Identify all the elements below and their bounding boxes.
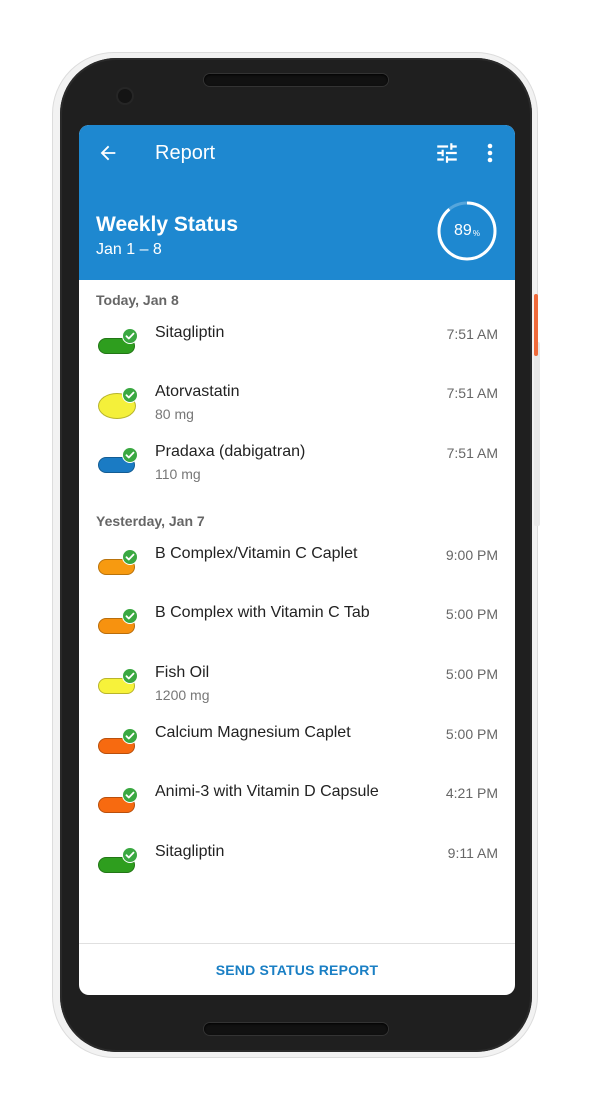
- medication-row[interactable]: Pradaxa (dabigatran) 110 mg 7:51 AM: [79, 443, 515, 501]
- medication-time: 5:00 PM: [445, 606, 498, 622]
- progress-unit: %: [472, 229, 480, 238]
- top-speaker: [204, 74, 388, 86]
- taken-check-icon: [122, 847, 138, 863]
- medication-time: 9:11 AM: [447, 845, 498, 861]
- medication-row[interactable]: Sitagliptin 9:11 AM: [79, 843, 515, 901]
- medication-name: Atorvastatin: [155, 383, 240, 400]
- taken-check-icon: [122, 668, 138, 684]
- pill-icon: [98, 787, 138, 815]
- pill-icon: [98, 608, 138, 636]
- pill-icon: [98, 387, 138, 419]
- taken-check-icon: [122, 608, 138, 624]
- medication-time: 7:51 AM: [446, 445, 498, 461]
- overflow-menu-button[interactable]: [481, 140, 499, 166]
- medication-time: 5:00 PM: [445, 726, 498, 742]
- medication-row[interactable]: Calcium Magnesium Caplet 5:00 PM: [79, 724, 515, 782]
- medication-time: 9:00 PM: [445, 547, 498, 563]
- pill-icon: [98, 847, 138, 875]
- taken-check-icon: [122, 549, 138, 565]
- taken-check-icon: [122, 328, 138, 344]
- send-status-report-button[interactable]: SEND STATUS REPORT: [79, 944, 515, 995]
- medication-name: B Complex/Vitamin C Caplet: [155, 545, 358, 562]
- taken-check-icon: [122, 728, 138, 744]
- medication-time: 5:00 PM: [445, 666, 498, 682]
- medication-name: Sitagliptin: [155, 843, 225, 860]
- medication-name: Pradaxa (dabigatran): [155, 443, 306, 460]
- medication-time: 7:51 AM: [446, 385, 498, 401]
- page-title: Report: [155, 142, 216, 164]
- medication-row[interactable]: Atorvastatin 80 mg 7:51 AM: [79, 383, 515, 441]
- pill-icon: [98, 728, 138, 756]
- section-header: Today, Jan 8: [96, 292, 179, 308]
- app-screen: Report Weekly Status Jan 1 – 8 89% Today…: [79, 125, 515, 995]
- back-button[interactable]: [95, 140, 121, 166]
- medication-row[interactable]: B Complex with Vitamin C Tab 5:00 PM: [79, 604, 515, 662]
- medication-name: Calcium Magnesium Caplet: [155, 724, 351, 741]
- medication-time: 4:21 PM: [445, 785, 498, 801]
- medication-dose: 1200 mg: [155, 687, 210, 703]
- taken-check-icon: [122, 447, 138, 463]
- medication-row[interactable]: Fish Oil 1200 mg 5:00 PM: [79, 664, 515, 722]
- medication-row[interactable]: Animi-3 with Vitamin D Capsule 4:21 PM: [79, 783, 515, 841]
- front-camera: [118, 89, 132, 103]
- arrow-back-icon: [100, 145, 116, 161]
- progress-percent: 89%: [436, 200, 498, 262]
- pill-icon: [98, 549, 138, 577]
- pill-icon: [98, 668, 138, 696]
- weekly-status-title: Weekly Status: [96, 213, 239, 236]
- pill-icon: [98, 328, 138, 356]
- medication-dose: 80 mg: [155, 406, 194, 422]
- weekly-status-range: Jan 1 – 8: [96, 241, 162, 258]
- tune-icon: [437, 143, 457, 163]
- medication-dose: 110 mg: [155, 466, 201, 482]
- section-header: Yesterday, Jan 7: [96, 513, 205, 529]
- medication-row[interactable]: B Complex/Vitamin C Caplet 9:00 PM: [79, 545, 515, 603]
- more-vert-icon: [487, 143, 493, 163]
- medication-name: Sitagliptin: [155, 324, 225, 341]
- taken-check-icon: [122, 387, 138, 403]
- medication-name: Animi-3 with Vitamin D Capsule: [155, 783, 379, 800]
- pill-icon: [98, 447, 138, 475]
- taken-check-icon: [122, 787, 138, 803]
- medication-row[interactable]: Sitagliptin 7:51 AM: [79, 324, 515, 382]
- medication-name: Fish Oil: [155, 664, 210, 681]
- medication-time: 7:51 AM: [446, 326, 498, 342]
- progress-value: 89: [454, 222, 472, 239]
- power-button: [534, 294, 538, 356]
- bottom-speaker: [204, 1023, 388, 1035]
- filter-button[interactable]: [434, 140, 460, 166]
- app-bar: Report Weekly Status Jan 1 – 8 89%: [79, 125, 515, 280]
- volume-button: [534, 342, 540, 526]
- medication-name: B Complex with Vitamin C Tab: [155, 604, 370, 621]
